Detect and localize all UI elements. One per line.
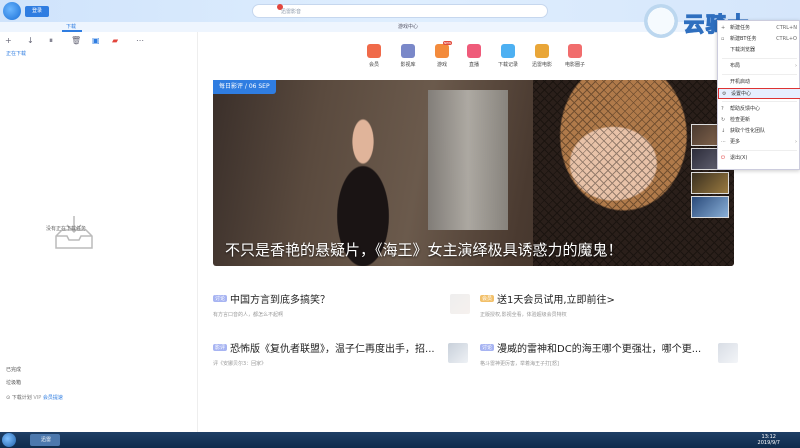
search-placeholder: 迅雷影音 [281, 9, 302, 15]
tab-download[interactable]: 下载 [66, 23, 76, 30]
new-badge: NEW [443, 41, 453, 45]
submenu-arrow-icon: › [795, 139, 797, 145]
taskbar: 迅雷 13:12 2019/9/7 [0, 432, 800, 448]
news-item[interactable]: 会员 送1天会员试用,立即前往> 正版授权,影视全看，体验超级会员特权 [480, 288, 615, 318]
vip-label: VIP [33, 395, 42, 401]
settings-icon: ⚙ [722, 91, 727, 97]
add-icon[interactable]: + [5, 36, 12, 45]
submenu-arrow-icon: › [795, 63, 797, 69]
thumbnail[interactable] [691, 196, 729, 218]
app-logo [3, 2, 21, 20]
menu-item-more[interactable]: ⋯ 更多 › [718, 137, 800, 148]
new-task-icon: + [721, 25, 726, 31]
nav-movie-circle[interactable]: 电影圈子 [562, 44, 588, 68]
empty-message: 没有正在下载任务 [46, 226, 87, 232]
menu-item-startup[interactable]: 开机启动 [718, 77, 800, 88]
boost-icon[interactable]: ▰ [112, 36, 118, 45]
news-tag: 会员 [480, 295, 495, 302]
trash-item[interactable]: 垃圾箱 [6, 379, 21, 386]
news-thumbnail[interactable] [448, 343, 468, 363]
downloading-label[interactable]: 正在下载 [6, 50, 26, 57]
news-tag: 讨论 [213, 295, 228, 302]
download-plan-label: 下载计划 [11, 395, 32, 401]
pause-icon[interactable]: ⏸ [49, 36, 53, 46]
main-menu: + 新建任务 CTRL+N ▫ 新建BT任务 CTRL+O 下载浏览器 布局 › 开机… [717, 20, 800, 170]
more-icon: ⋯ [721, 139, 726, 145]
news-item[interactable]: 讨论 中国方言到底多搞笑？ 有方言口音的人，都怎么不起啊 [213, 288, 330, 318]
nav-live[interactable]: 直播 [461, 44, 487, 68]
xunlei-movie-icon [535, 44, 549, 58]
taskbar-clock: 13:12 2019/9/7 [757, 434, 780, 446]
nav-movie-library[interactable]: 影视库 [395, 44, 421, 68]
nav-vip[interactable]: 会员 [361, 44, 387, 68]
news-subtitle: 格斗雷神更厉害，举着海王子打[怒] [480, 361, 559, 367]
cloud-icon [501, 44, 515, 58]
delete-icon[interactable]: 🗑 [71, 36, 81, 45]
download-icon[interactable]: ↓ [27, 36, 34, 45]
more-icon[interactable]: ⋯ [136, 36, 144, 45]
news-tag: 影评 [213, 344, 228, 351]
update-icon: ↻ [721, 117, 726, 123]
menu-item-personalize[interactable]: ↓ 获取个性化团队 [718, 126, 800, 137]
news-subtitle: 正版授权,影视全看，体验超级会员特权 [480, 312, 567, 318]
live-icon [467, 44, 481, 58]
completed-item[interactable]: 已完成 [6, 366, 21, 373]
menu-item-check-update[interactable]: ↻ 检查更新 [718, 115, 800, 126]
menu-divider [722, 58, 797, 59]
nav-download-history[interactable]: 下载记录 [495, 44, 521, 68]
news-item[interactable]: 讨论 漫威的雷神和DC的海王哪个更强壮，哪个更... 格斗雷神更厉害，举着海王子打… [480, 337, 701, 367]
menu-item-new-task[interactable]: + 新建任务 CTRL+N [718, 23, 800, 34]
tab-game-center[interactable]: 游戏中心 [398, 23, 418, 30]
menu-item-download-browser[interactable]: 下载浏览器 [718, 45, 800, 56]
nav-xunlei-movie[interactable]: 迅雷电影 [529, 44, 555, 68]
empty-tray-icon [55, 216, 93, 249]
menu-item-help[interactable]: ? 帮助反馈中心 [718, 104, 800, 115]
power-icon: ⏻ [721, 155, 725, 161]
news-subtitle: 有方言口音的人，都怎么不起啊 [213, 312, 284, 318]
start-button[interactable] [2, 433, 16, 447]
clock-icon: ⊙ [6, 395, 11, 401]
news-thumbnail[interactable] [450, 294, 470, 314]
download-icon: ↓ [721, 128, 726, 134]
search-input[interactable]: 迅雷影音 [252, 4, 548, 18]
sidebar: 正在下载 没有正在下载任务 已完成 垃圾箱 ⊙ 下载计划 VIP 会员提速 [0, 32, 198, 432]
news-tag: 讨论 [480, 344, 495, 351]
thumbnail[interactable] [691, 172, 729, 194]
taskbar-app-xunlei[interactable]: 迅雷 [30, 434, 60, 446]
movie-library-icon [401, 44, 415, 58]
menu-divider [722, 150, 797, 151]
menu-item-layout[interactable]: 布局 › [718, 61, 800, 72]
menu-item-exit[interactable]: ⏻ 退出(X) [718, 153, 800, 164]
app-window: 登录 迅雷影音 下载 游戏中心 正在下载 没有正在下载任务 已完成 垃圾箱 ⊙ … [0, 0, 800, 432]
menu-item-new-bt-task[interactable]: ▫ 新建BT任务 CTRL+O [718, 34, 800, 45]
news-subtitle: 评《安娜贝尔3：回家》 [213, 361, 267, 367]
nav-games[interactable]: NEW 游戏 [429, 41, 455, 68]
news-title[interactable]: 恐怖版《复仇者联盟》，温子仁再度出手，招... [230, 340, 435, 355]
movie-circle-icon [568, 44, 582, 58]
hero-tag: 每日影评 / 06 SEP [213, 80, 276, 94]
knight-logo-icon [644, 4, 678, 38]
menu-item-settings[interactable]: ⚙ 设置中心 [718, 88, 800, 99]
vip-speedup-link[interactable]: 会员提速 [43, 395, 63, 401]
save-icon[interactable]: ▣ [92, 36, 100, 45]
hero-fridge [428, 90, 508, 230]
games-icon: NEW [435, 41, 453, 58]
news-title[interactable]: 中国方言到底多搞笑？ [230, 291, 330, 306]
news-thumbnail[interactable] [718, 343, 738, 363]
download-plan[interactable]: ⊙ 下载计划 VIP 会员提速 [6, 394, 63, 401]
news-title[interactable]: 送1天会员试用,立即前往> [497, 291, 615, 306]
menu-divider [722, 101, 797, 102]
news-item[interactable]: 影评 恐怖版《复仇者联盟》，温子仁再度出手，招... 评《安娜贝尔3：回家》 [213, 337, 435, 367]
vip-icon [367, 44, 381, 58]
login-button[interactable]: 登录 [25, 6, 49, 17]
hero-title[interactable]: 不只是香艳的悬疑片，《海王》女主演绎极具诱惑力的魔鬼！ [225, 239, 623, 260]
menu-divider [722, 74, 797, 75]
news-title[interactable]: 漫威的雷神和DC的海王哪个更强壮，哪个更... [497, 340, 701, 355]
help-icon: ? [721, 106, 724, 112]
bt-task-icon: ▫ [721, 36, 725, 42]
